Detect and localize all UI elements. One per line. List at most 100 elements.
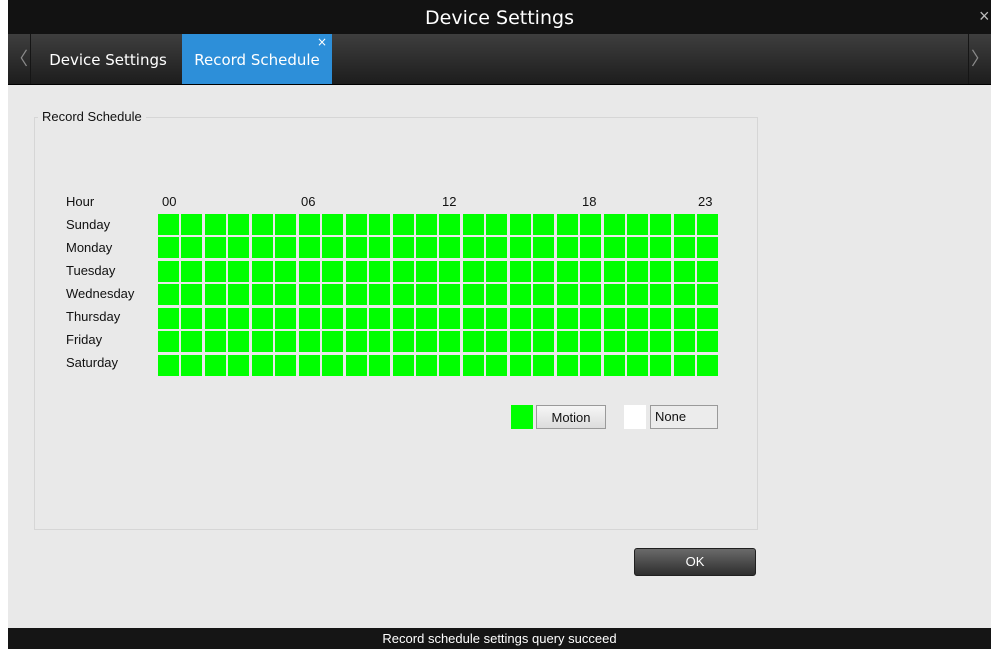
schedule-cell[interactable] [674, 284, 695, 305]
schedule-cell[interactable] [510, 261, 531, 282]
schedule-cell[interactable] [463, 237, 484, 258]
schedule-cell[interactable] [463, 355, 484, 376]
schedule-cell[interactable] [158, 331, 179, 352]
motion-color-swatch[interactable] [511, 405, 533, 429]
schedule-cell[interactable] [697, 308, 718, 329]
schedule-cell[interactable] [604, 237, 625, 258]
schedule-cell[interactable] [557, 308, 578, 329]
schedule-cell[interactable] [299, 308, 320, 329]
schedule-cell[interactable] [205, 308, 226, 329]
schedule-cell[interactable] [627, 261, 648, 282]
schedule-cell[interactable] [580, 261, 601, 282]
schedule-cell[interactable] [580, 214, 601, 235]
schedule-cell[interactable] [393, 237, 414, 258]
schedule-cell[interactable] [299, 214, 320, 235]
schedule-cell[interactable] [322, 331, 343, 352]
schedule-cell[interactable] [275, 284, 296, 305]
schedule-cell[interactable] [275, 237, 296, 258]
schedule-cell[interactable] [369, 261, 390, 282]
schedule-cell[interactable] [463, 214, 484, 235]
schedule-cell[interactable] [674, 331, 695, 352]
schedule-cell[interactable] [322, 308, 343, 329]
schedule-cell[interactable] [369, 214, 390, 235]
none-button[interactable]: None [650, 405, 718, 429]
schedule-cell[interactable] [697, 237, 718, 258]
schedule-cell[interactable] [674, 355, 695, 376]
schedule-cell[interactable] [533, 308, 554, 329]
schedule-cell[interactable] [533, 284, 554, 305]
schedule-cell[interactable] [486, 284, 507, 305]
schedule-cell[interactable] [322, 237, 343, 258]
schedule-cell[interactable] [510, 331, 531, 352]
schedule-cell[interactable] [322, 261, 343, 282]
schedule-cell[interactable] [580, 237, 601, 258]
schedule-cell[interactable] [205, 237, 226, 258]
schedule-cell[interactable] [486, 237, 507, 258]
schedule-cell[interactable] [299, 331, 320, 352]
schedule-cell[interactable] [275, 261, 296, 282]
schedule-cell[interactable] [205, 355, 226, 376]
schedule-cell[interactable] [299, 284, 320, 305]
schedule-cell[interactable] [393, 308, 414, 329]
schedule-cell[interactable] [416, 308, 437, 329]
schedule-cell[interactable] [439, 284, 460, 305]
schedule-cell[interactable] [416, 284, 437, 305]
schedule-cell[interactable] [346, 284, 367, 305]
schedule-cell[interactable] [439, 331, 460, 352]
schedule-cell[interactable] [393, 284, 414, 305]
schedule-cell[interactable] [299, 261, 320, 282]
schedule-cell[interactable] [181, 261, 202, 282]
schedule-cell[interactable] [369, 237, 390, 258]
tab-device-settings[interactable]: Device Settings [38, 34, 178, 84]
schedule-cell[interactable] [439, 308, 460, 329]
schedule-cell[interactable] [205, 284, 226, 305]
schedule-cell[interactable] [697, 261, 718, 282]
schedule-cell[interactable] [486, 355, 507, 376]
schedule-cell[interactable] [158, 261, 179, 282]
schedule-cell[interactable] [181, 331, 202, 352]
schedule-cell[interactable] [158, 284, 179, 305]
schedule-cell[interactable] [486, 261, 507, 282]
schedule-cell[interactable] [650, 284, 671, 305]
schedule-cell[interactable] [416, 261, 437, 282]
schedule-cell[interactable] [486, 331, 507, 352]
schedule-cell[interactable] [275, 308, 296, 329]
schedule-cell[interactable] [627, 237, 648, 258]
schedule-cell[interactable] [228, 284, 249, 305]
schedule-cell[interactable] [416, 331, 437, 352]
schedule-cell[interactable] [557, 355, 578, 376]
schedule-cell[interactable] [181, 308, 202, 329]
schedule-cell[interactable] [580, 355, 601, 376]
schedule-cell[interactable] [252, 308, 273, 329]
schedule-cell[interactable] [228, 331, 249, 352]
schedule-cell[interactable] [181, 284, 202, 305]
schedule-cell[interactable] [393, 261, 414, 282]
schedule-cell[interactable] [346, 214, 367, 235]
schedule-cell[interactable] [205, 261, 226, 282]
schedule-cell[interactable] [158, 237, 179, 258]
schedule-cell[interactable] [650, 214, 671, 235]
schedule-cell[interactable] [627, 308, 648, 329]
schedule-cell[interactable] [650, 355, 671, 376]
schedule-cell[interactable] [158, 308, 179, 329]
schedule-cell[interactable] [439, 214, 460, 235]
schedule-cell[interactable] [299, 355, 320, 376]
schedule-cell[interactable] [275, 355, 296, 376]
schedule-cell[interactable] [346, 355, 367, 376]
schedule-cell[interactable] [557, 237, 578, 258]
schedule-cell[interactable] [416, 237, 437, 258]
schedule-cell[interactable] [627, 355, 648, 376]
schedule-cell[interactable] [557, 261, 578, 282]
schedule-cell[interactable] [393, 355, 414, 376]
schedule-cell[interactable] [463, 331, 484, 352]
chevron-left-icon[interactable]: 〈 [8, 34, 31, 84]
schedule-cell[interactable] [463, 308, 484, 329]
schedule-cell[interactable] [486, 214, 507, 235]
schedule-cell[interactable] [252, 261, 273, 282]
schedule-cell[interactable] [533, 237, 554, 258]
schedule-cell[interactable] [604, 214, 625, 235]
schedule-cell[interactable] [322, 214, 343, 235]
schedule-cell[interactable] [416, 214, 437, 235]
schedule-cell[interactable] [627, 331, 648, 352]
tab-close-icon[interactable]: × [317, 36, 327, 48]
